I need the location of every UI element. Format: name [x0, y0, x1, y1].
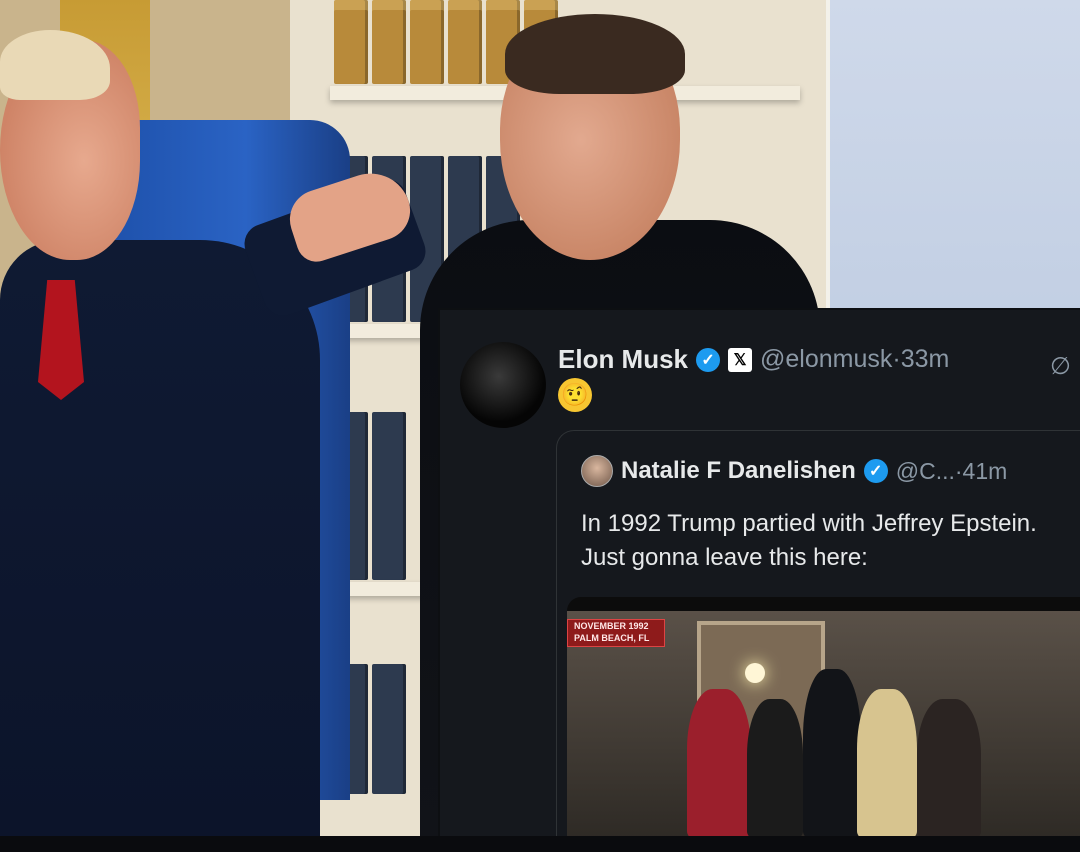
lamp [745, 663, 765, 683]
party-guest [857, 689, 917, 839]
party-guest [917, 699, 981, 839]
quoted-header: Natalie F Danelishen ✓ @C...·41m [581, 455, 1007, 487]
party-guest [687, 689, 751, 839]
verified-badge-icon: ✓ [863, 459, 888, 483]
tweet-card[interactable]: Elon Musk ✓ 𝕏 @elonmusk·33m ∅ 🤨 Natalie … [438, 308, 1080, 839]
quoted-handle-time[interactable]: @C...·41m [896, 458, 1008, 485]
bottom-border [0, 836, 1080, 852]
tweet-header: Elon Musk ✓ 𝕏 @elonmusk·33m [558, 344, 949, 375]
x-logo-icon: 𝕏 [728, 347, 753, 372]
author-handle-time[interactable]: @elonmusk·33m [760, 345, 949, 374]
caption-location: PALM BEACH, FL [574, 633, 650, 643]
book [372, 412, 406, 580]
book [334, 0, 368, 84]
raised-eyebrow-emoji: 🤨 [558, 378, 592, 412]
quoted-tweet[interactable]: Natalie F Danelishen ✓ @C...·41m In 1992… [556, 430, 1080, 839]
grok-slash-icon[interactable]: ∅ [1050, 352, 1071, 381]
book [372, 0, 406, 84]
party-guest [803, 669, 861, 839]
caption-date: NOVEMBER 1992 [574, 621, 649, 631]
book [448, 0, 482, 84]
party-guest [747, 699, 803, 839]
author-avatar[interactable] [460, 342, 546, 428]
author-name[interactable]: Elon Musk [558, 344, 688, 375]
video-caption: NOVEMBER 1992 PALM BEACH, FL [567, 619, 665, 647]
quoted-tweet-text: In 1992 Trump partied with Jeffrey Epste… [581, 510, 1037, 571]
quoted-author-avatar[interactable] [581, 455, 613, 487]
book [372, 664, 406, 794]
person-right-hair [505, 14, 685, 94]
quoted-media-video[interactable]: NOVEMBER 1992 PALM BEACH, FL [567, 597, 1080, 839]
verified-badge-icon: ✓ [696, 347, 721, 372]
book [410, 0, 444, 84]
meme-image: ★ ★ Elon Musk ✓ 𝕏 @elonmusk·33m ∅ 🤨 Nata… [0, 0, 1080, 852]
quoted-author-name[interactable]: Natalie F Danelishen [621, 457, 856, 485]
